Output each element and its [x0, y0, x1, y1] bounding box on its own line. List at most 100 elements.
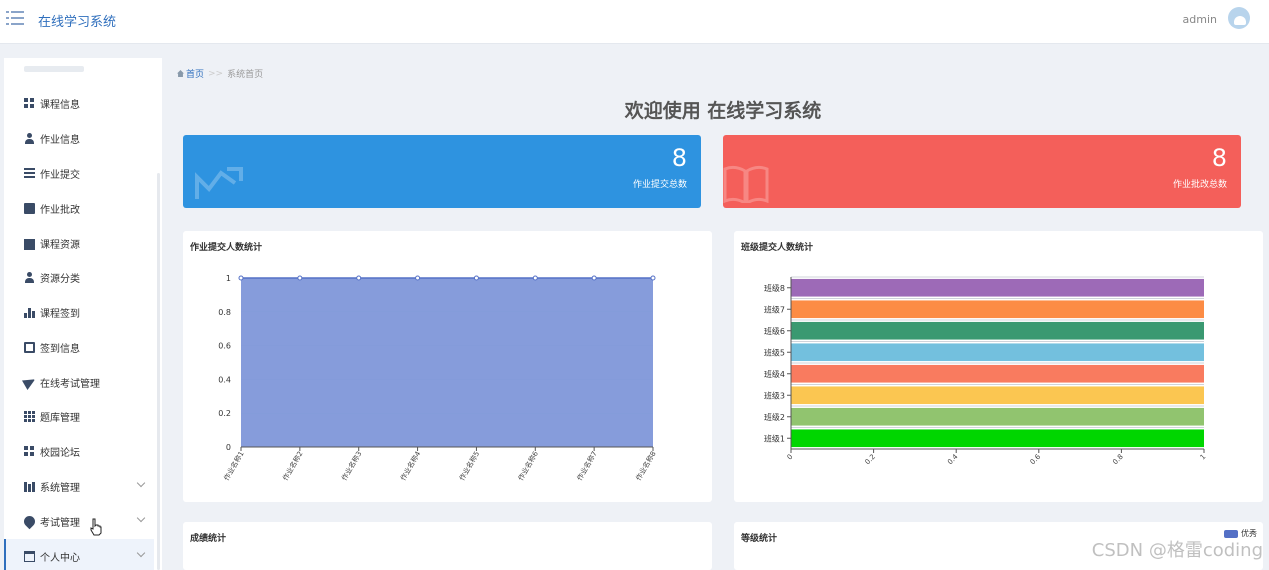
- map-pin-icon: [21, 513, 38, 529]
- data-point: [415, 275, 421, 281]
- chevron-down-icon: [136, 548, 146, 558]
- menu-toggle-icon[interactable]: [6, 10, 24, 26]
- bar: [791, 407, 1204, 426]
- sidebar-item-resource-category[interactable]: 资源分类: [4, 260, 154, 294]
- sidebar-item-personal-center[interactable]: 个人中心: [4, 539, 154, 570]
- video-icon: [24, 238, 35, 250]
- sidebar-item-label: 签到信息: [40, 343, 80, 355]
- top-bar: 在线学习系统 admin: [0, 0, 1269, 44]
- clipped-menu-item: [24, 66, 84, 72]
- data-point: [650, 275, 656, 281]
- app-title: 在线学习系统: [38, 15, 117, 30]
- score-chart-panel: 成绩统计: [183, 522, 712, 570]
- bar: [791, 343, 1204, 362]
- clipboard-icon: [24, 341, 35, 353]
- x-tick-label: 作业名称3: [339, 450, 363, 483]
- sidebar-item-system-management[interactable]: 系统管理: [4, 469, 154, 503]
- sidebar-item-homework-info[interactable]: 作业信息: [4, 121, 154, 155]
- grid-icon: [24, 445, 35, 457]
- bar: [791, 321, 1204, 340]
- watermark: CSDN @格雷coding: [1091, 540, 1263, 561]
- sidebar-item-label: 在线考试管理: [40, 378, 100, 390]
- breadcrumb: 首页 >> 系统首页: [177, 67, 263, 80]
- sidebar-item-course-checkin[interactable]: 课程签到: [4, 295, 154, 329]
- breadcrumb-separator: >>: [208, 68, 224, 79]
- sidebar-item-homework-review[interactable]: 作业批改: [4, 191, 154, 225]
- book-icon: [723, 165, 769, 203]
- sidebar-item-online-exam[interactable]: 在线考试管理: [4, 365, 154, 399]
- review-total-value: 8: [1211, 144, 1227, 172]
- bar: [791, 278, 1204, 297]
- sidebar-item-course-resources[interactable]: 课程资源: [4, 226, 154, 260]
- user-name[interactable]: admin: [1183, 13, 1217, 26]
- x-tick-label: 0.6: [1029, 452, 1043, 466]
- sidebar-item-label: 考试管理: [40, 517, 80, 529]
- sidebar: 课程信息 作业信息 作业提交 作业批改 课程资源 资源分类 课程签到 签到信息 …: [4, 58, 162, 570]
- y-tick-label: 0.2: [218, 409, 231, 418]
- bar: [791, 300, 1204, 319]
- x-tick-label: 作业名称5: [457, 450, 481, 483]
- y-tick-label: 班级1: [764, 433, 785, 443]
- chart-icon: [24, 481, 35, 492]
- y-tick-label: 班级4: [764, 369, 785, 379]
- sidebar-item-homework-submit[interactable]: 作业提交: [4, 156, 154, 190]
- welcome-title: 欢迎使用 在线学习系统: [624, 100, 822, 122]
- panel-title: 成绩统计: [190, 534, 227, 544]
- area-series: [241, 278, 653, 447]
- sidebar-item-label: 作业信息: [40, 134, 80, 146]
- sidebar-item-question-bank[interactable]: 题库管理: [4, 399, 154, 433]
- y-tick-label: 0.6: [218, 342, 231, 351]
- data-point: [591, 275, 597, 281]
- x-tick-label: 作业名称4: [398, 449, 422, 482]
- user-icon: [24, 132, 35, 144]
- sidebar-item-exam-management[interactable]: 考试管理: [4, 504, 154, 538]
- sidebar-item-label: 课程资源: [40, 239, 80, 251]
- sidebar-item-label: 课程签到: [40, 308, 80, 320]
- data-point: [473, 275, 479, 281]
- avatar[interactable]: [1228, 7, 1250, 29]
- sidebar-scrollbar[interactable]: [157, 173, 160, 570]
- x-tick-label: 作业名称8: [634, 450, 658, 483]
- comment-icon: [24, 202, 35, 214]
- submit-chart-panel: 作业提交人数统计 0 0.2 0.4 0.6 0.8 1 作业名称1 作业名称2 作业名称3 作业…: [183, 231, 712, 502]
- data-point: [356, 275, 362, 281]
- bar: [791, 364, 1204, 383]
- sidebar-item-label: 系统管理: [40, 482, 80, 494]
- sidebar-item-checkin-info[interactable]: 签到信息: [4, 330, 154, 364]
- window-icon: [24, 550, 35, 562]
- review-total-label: 作业批改总数: [1172, 180, 1227, 190]
- breadcrumb-home[interactable]: 首页: [177, 67, 204, 80]
- list-icon: [24, 167, 35, 179]
- y-tick-label: 班级8: [764, 283, 785, 293]
- user-icon: [24, 271, 35, 283]
- sidebar-item-label: 资源分类: [40, 273, 80, 285]
- submit-total-card: 8 作业提交总数: [183, 135, 701, 208]
- class-chart-panel: 班级提交人数统计 0 0.2 0.4 0.6 0.8 1 班级1 班级2 班级3 班级4 班级5 班级…: [734, 231, 1263, 502]
- hand-cursor-icon: [90, 518, 102, 536]
- y-tick-label: 班级5: [764, 347, 785, 357]
- y-tick-label: 班级7: [764, 304, 785, 314]
- sidebar-item-label: 个人中心: [40, 552, 80, 564]
- chevron-down-icon: [136, 513, 146, 523]
- review-total-card: 8 作业批改总数: [723, 135, 1241, 208]
- sidebar-item-label: 题库管理: [40, 412, 80, 424]
- x-tick-label: 作业名称6: [516, 449, 540, 482]
- x-tick-label: 0.8: [1111, 453, 1125, 467]
- grid9-icon: [24, 410, 35, 422]
- bar-chart-icon: [24, 307, 35, 318]
- class-bar-chart: 0 0.2 0.4 0.6 0.8 1 班级1 班级2 班级3 班级4 班级5 班级6 班级7 班级8: [764, 276, 1207, 467]
- data-point: [297, 275, 303, 281]
- bar: [791, 429, 1204, 448]
- y-tick-label: 1: [226, 274, 231, 283]
- sidebar-item-label: 校园论坛: [40, 447, 80, 459]
- x-tick-label: 作业名称1: [222, 450, 246, 483]
- x-tick-label: 作业名称2: [281, 450, 305, 483]
- breadcrumb-home-label: 首页: [186, 70, 205, 80]
- sidebar-item-course-info[interactable]: 课程信息: [4, 86, 154, 120]
- sidebar-item-forum[interactable]: 校园论坛: [4, 434, 154, 468]
- grid-icon: [24, 97, 35, 109]
- panel-title: 等级统计: [741, 534, 778, 544]
- sidebar-item-label: 作业提交: [40, 169, 80, 181]
- x-tick-label: 0.4: [946, 452, 960, 466]
- data-point: [532, 275, 538, 281]
